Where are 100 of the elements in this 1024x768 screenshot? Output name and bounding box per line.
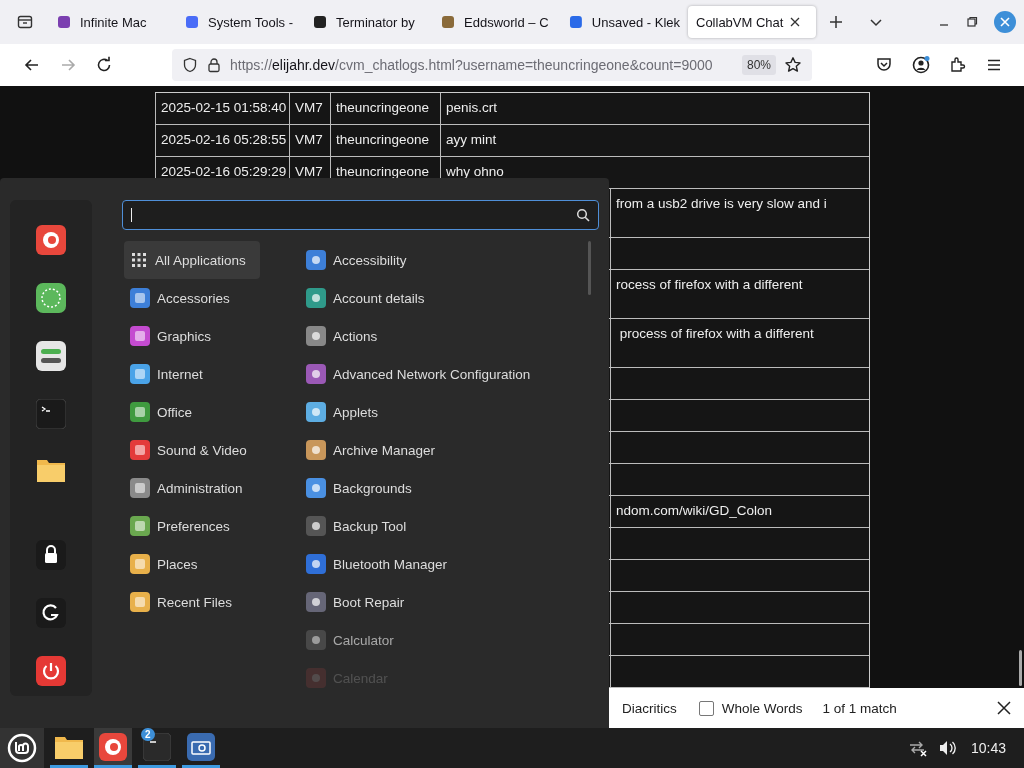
account-icon[interactable] (911, 55, 931, 75)
grid-icon (130, 251, 148, 269)
close-window-icon[interactable] (994, 11, 1016, 33)
app-icon (306, 288, 326, 308)
zoom-badge[interactable]: 80% (741, 55, 776, 75)
start-menu-button[interactable] (0, 728, 44, 768)
close-find-bar-icon[interactable] (996, 700, 1012, 716)
app-item[interactable]: Accessibility (300, 241, 590, 279)
url-text: https://elijahr.dev/cvm_chatlogs.html?username=theuncringeone&count=9000 (230, 57, 714, 73)
app-icon (306, 402, 326, 422)
category-item[interactable]: Places (124, 545, 260, 583)
category-icon (130, 326, 150, 346)
category-item[interactable]: Accessories (124, 279, 260, 317)
taskbar-app[interactable] (94, 728, 132, 768)
tab-title: Terminator by (336, 14, 415, 30)
shield-icon[interactable] (182, 57, 198, 73)
category-item[interactable]: Graphics (124, 317, 260, 355)
whole-words-checkbox[interactable] (698, 700, 714, 716)
extensions-icon[interactable] (949, 56, 967, 74)
message-cell: ayy mint (440, 125, 869, 156)
app-icon (306, 478, 326, 498)
terminal-icon (143, 732, 171, 761)
favicon-icon (56, 14, 72, 30)
app-item[interactable]: Backup Tool (300, 507, 590, 545)
camera-icon (187, 732, 215, 761)
app-icon (306, 668, 326, 688)
category-icon (130, 364, 150, 384)
app-item[interactable]: Boot Repair (300, 583, 590, 621)
message-cell: penis.crt (440, 93, 869, 124)
browser-tab[interactable]: System Tools - (176, 6, 304, 38)
power-icon[interactable] (36, 656, 66, 686)
volume-icon[interactable] (937, 739, 956, 757)
app-item[interactable]: Applets (300, 393, 590, 431)
favicon-icon (312, 14, 328, 30)
category-item[interactable]: Internet (124, 355, 260, 393)
category-item[interactable]: All Applications (124, 241, 260, 279)
vm-cell: VM7 (295, 132, 323, 147)
app-item[interactable]: Calculator (300, 621, 590, 659)
category-icon (130, 478, 150, 498)
match-diacritics-label[interactable]: Diacritics (622, 700, 677, 716)
message-cell: from a usb2 drive is very slow and i (610, 189, 869, 237)
app-item[interactable]: Advanced Network Configuration (300, 355, 590, 393)
category-icon (130, 554, 150, 574)
lock-icon[interactable] (206, 57, 222, 73)
bookmark-star-icon[interactable] (784, 56, 802, 74)
date-cell: 2025-02-16 05:28:55 (161, 132, 287, 147)
app-item[interactable]: Backgrounds (300, 469, 590, 507)
toggles-icon[interactable] (36, 341, 66, 371)
clock[interactable]: 10:43 (970, 740, 1006, 756)
terminal-icon[interactable] (36, 399, 66, 429)
user-cell: theuncringeone (336, 164, 430, 179)
folder-icon[interactable] (36, 457, 66, 483)
app-icon (306, 364, 326, 384)
app-item[interactable]: Bluetooth Manager (300, 545, 590, 583)
category-item[interactable]: Administration (124, 469, 260, 507)
network-disconnected-icon[interactable] (907, 739, 928, 757)
message-cell: rocess of firefox with a different (610, 270, 869, 318)
browser-tab[interactable]: CollabVM Chat (688, 6, 816, 38)
tab-title: System Tools - (208, 14, 293, 30)
address-bar[interactable]: https://elijahr.dev/cvm_chatlogs.html?username=theuncringeone&count=9000 80% (172, 49, 812, 81)
search-field[interactable] (122, 200, 599, 230)
category-item[interactable]: Recent Files (124, 583, 260, 621)
tab-title: Unsaved - Klek (591, 14, 680, 30)
user-cell: theuncringeone (336, 100, 430, 115)
category-item[interactable]: Sound & Video (124, 431, 260, 469)
pocket-icon[interactable] (875, 56, 893, 74)
new-tab-icon[interactable] (828, 14, 844, 30)
notification-badge: 2 (141, 728, 155, 741)
match-count: 1 of 1 match (822, 700, 897, 716)
search-icon[interactable] (576, 208, 590, 222)
scrollbar-thumb[interactable] (588, 241, 591, 295)
app-item[interactable]: Actions (300, 317, 590, 355)
category-item[interactable]: Office (124, 393, 260, 431)
category-icon (130, 402, 150, 422)
category-item[interactable]: Preferences (124, 507, 260, 545)
category-icon (130, 288, 150, 308)
browser-tab[interactable]: Terminator by (304, 6, 432, 38)
favicon-icon (184, 14, 200, 30)
app-icon (306, 250, 326, 270)
app-item[interactable]: Archive Manager (300, 431, 590, 469)
vm-cell: VM7 (295, 100, 323, 115)
tab-title: Infinite Mac (80, 14, 147, 30)
app-item[interactable]: Account details (300, 279, 590, 317)
tab-title: CollabVM Chat (696, 14, 784, 30)
message-cell: ndom.com/wiki/GD_Colon (610, 496, 869, 527)
app-icon (306, 516, 326, 536)
browser-tab[interactable]: Unsaved - Klek (560, 6, 688, 38)
category-icon (130, 440, 150, 460)
lock-icon[interactable] (36, 540, 66, 570)
scrollbar-thumb[interactable] (1019, 650, 1022, 686)
whole-words-label[interactable]: Whole Words (721, 700, 803, 716)
close-tab-icon[interactable] (789, 16, 802, 28)
browser-tab[interactable]: Infinite Mac (48, 6, 176, 38)
browser-tab[interactable]: Eddsworld – C (432, 6, 560, 38)
maximize-icon[interactable] (966, 16, 978, 28)
app-icon (306, 554, 326, 574)
favicon-icon (440, 14, 456, 30)
favicon-icon (568, 14, 584, 30)
app-icon (306, 592, 326, 612)
reload-icon[interactable] (95, 56, 113, 74)
